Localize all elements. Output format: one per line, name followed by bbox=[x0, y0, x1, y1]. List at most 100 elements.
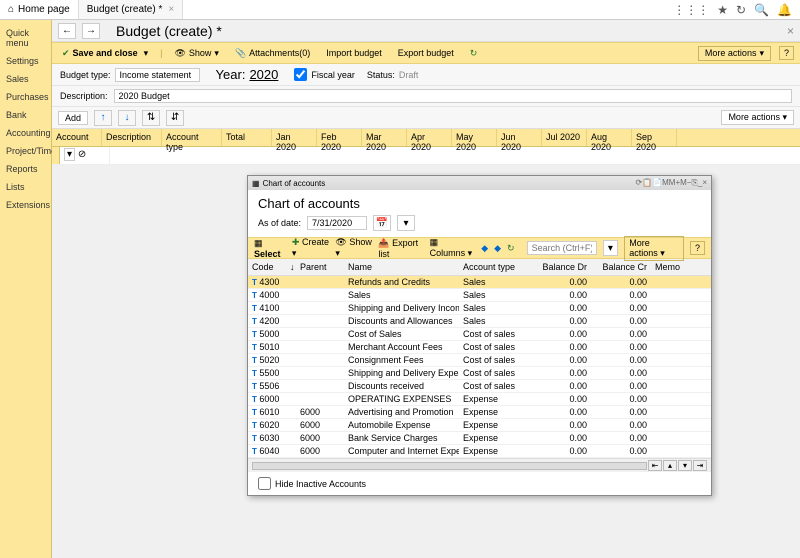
grid-col[interactable]: May 2020 bbox=[452, 129, 497, 146]
grid-more-actions-button[interactable]: More actions ▾ bbox=[721, 110, 794, 125]
account-row[interactable]: T 5020Consignment FeesCost of sales0.000… bbox=[248, 354, 711, 367]
sidebar-item[interactable]: Bank bbox=[0, 106, 51, 124]
back-button[interactable]: ← bbox=[58, 23, 76, 39]
sidebar-item[interactable]: Extensions bbox=[0, 196, 51, 214]
nav-next[interactable]: ▾ bbox=[678, 460, 692, 471]
grid-col[interactable]: Description bbox=[102, 129, 162, 146]
dialog-show-button[interactable]: 👁 Show ▾ bbox=[335, 237, 372, 259]
nav-first-button[interactable]: ◆ bbox=[481, 243, 488, 254]
sidebar-item[interactable]: Settings bbox=[0, 52, 51, 70]
fiscal-year-checkbox[interactable] bbox=[294, 68, 307, 81]
account-row[interactable]: T 5010Merchant Account FeesCost of sales… bbox=[248, 341, 711, 354]
grid-col[interactable]: Mar 2020 bbox=[362, 129, 407, 146]
grid-col[interactable]: Apr 2020 bbox=[407, 129, 452, 146]
window-button[interactable]: 📄 bbox=[652, 178, 662, 187]
budget-type-input[interactable] bbox=[115, 68, 200, 82]
tab-home[interactable]: ⌂ Home page bbox=[0, 0, 79, 19]
grid-col[interactable]: Total bbox=[222, 129, 272, 146]
dialog-more-actions-button[interactable]: More actions ▾ bbox=[624, 236, 684, 261]
attachments-button[interactable]: 📎 Attachments(0) bbox=[231, 47, 314, 60]
account-row[interactable]: T 5500Shipping and Delivery ExpenseCost … bbox=[248, 367, 711, 380]
calendar-icon[interactable]: 📅 bbox=[373, 215, 391, 231]
sort-icon[interactable]: ↓ bbox=[286, 259, 296, 275]
col-balance-cr[interactable]: Balance Cr bbox=[591, 259, 651, 275]
window-button[interactable]: 📋 bbox=[642, 178, 652, 187]
history-icon[interactable]: ↻ bbox=[736, 3, 746, 17]
forward-button[interactable]: → bbox=[82, 23, 100, 39]
bell-icon[interactable]: 🔔 bbox=[777, 3, 792, 17]
account-row[interactable]: T 4100Shipping and Delivery IncomeSales0… bbox=[248, 302, 711, 315]
grid-col[interactable]: Aug 2020 bbox=[587, 129, 632, 146]
refresh-button[interactable]: ↻ bbox=[466, 47, 482, 60]
asof-date-input[interactable] bbox=[307, 216, 367, 230]
account-row[interactable]: T 60406000Computer and Internet Expenses… bbox=[248, 445, 711, 458]
move-up-button[interactable]: ↑ bbox=[94, 110, 112, 126]
grid-col[interactable]: Account bbox=[52, 129, 102, 146]
description-input[interactable] bbox=[114, 89, 792, 103]
grid-col[interactable]: Jan 2020 bbox=[272, 129, 317, 146]
asof-dropdown[interactable]: ▾ bbox=[397, 215, 415, 231]
sidebar-item[interactable]: Accounting bbox=[0, 124, 51, 142]
sidebar-item[interactable]: Reports bbox=[0, 160, 51, 178]
window-button[interactable]: M bbox=[662, 178, 669, 187]
apps-icon[interactable]: ⋮⋮⋮ bbox=[673, 3, 709, 17]
add-row-button[interactable]: Add bbox=[58, 111, 88, 125]
create-button[interactable]: ✚ Create ▾ bbox=[292, 237, 330, 259]
sidebar-item[interactable]: Quick menu bbox=[0, 24, 51, 52]
account-row[interactable]: T 4200Discounts and AllowancesSales0.000… bbox=[248, 315, 711, 328]
nav-prev[interactable]: ▴ bbox=[663, 460, 677, 471]
grid-col[interactable]: Jun 2020 bbox=[497, 129, 542, 146]
star-icon[interactable]: ★ bbox=[717, 3, 728, 17]
search-icon[interactable]: 🔍 bbox=[754, 3, 769, 17]
accounts-grid-body[interactable]: T 4300Refunds and CreditsSales0.000.00T … bbox=[248, 276, 711, 458]
col-type[interactable]: Account type bbox=[459, 259, 531, 275]
search-dropdown[interactable]: ▾ bbox=[603, 240, 619, 256]
close-page-button[interactable]: × bbox=[787, 24, 794, 38]
account-row[interactable]: T 60206000Automobile ExpenseExpense0.000… bbox=[248, 419, 711, 432]
dialog-titlebar[interactable]: ▦ Chart of accounts ⟳📋📄MM+M−⎘_× bbox=[248, 176, 711, 190]
hide-inactive-checkbox[interactable] bbox=[258, 477, 271, 490]
grid-col[interactable]: Feb 2020 bbox=[317, 129, 362, 146]
export-list-button[interactable]: 📤 Export list bbox=[378, 238, 423, 259]
import-budget-button[interactable]: Import budget bbox=[322, 47, 386, 59]
col-balance-dr[interactable]: Balance Dr bbox=[531, 259, 591, 275]
move-down-button[interactable]: ↓ bbox=[118, 110, 136, 126]
nav-first[interactable]: ⇤ bbox=[648, 460, 662, 471]
clear-icon[interactable]: ⊘ bbox=[78, 149, 86, 160]
nav-last-button[interactable]: ◆ bbox=[494, 243, 501, 254]
close-icon[interactable]: × bbox=[168, 4, 174, 15]
account-row[interactable]: T 5000Cost of SalesCost of sales0.000.00 bbox=[248, 328, 711, 341]
search-input[interactable] bbox=[527, 241, 597, 255]
show-button[interactable]: 👁 Show ▾ bbox=[170, 47, 222, 60]
select-button[interactable]: ▦ Select bbox=[254, 238, 286, 259]
account-row[interactable]: T 60106000Advertising and PromotionExpen… bbox=[248, 406, 711, 419]
grid-col[interactable]: Account type bbox=[162, 129, 222, 146]
dialog-help-button[interactable]: ? bbox=[690, 241, 705, 255]
grid-col[interactable]: Jul 2020 bbox=[542, 129, 587, 146]
grid-col[interactable]: Sep 2020 bbox=[632, 129, 677, 146]
sidebar-item[interactable]: Sales bbox=[0, 70, 51, 88]
year-selector[interactable]: 2020 bbox=[249, 67, 278, 82]
sidebar-item[interactable]: Lists bbox=[0, 178, 51, 196]
sidebar-item[interactable]: Project/Time bbox=[0, 142, 51, 160]
account-row[interactable]: T 5506Discounts receivedCost of sales0.0… bbox=[248, 380, 711, 393]
account-row[interactable]: T 4000SalesSales0.000.00 bbox=[248, 289, 711, 302]
col-name[interactable]: Name bbox=[344, 259, 459, 275]
col-memo[interactable]: Memo bbox=[651, 259, 711, 275]
sort-asc-button[interactable]: ⇅ bbox=[142, 110, 160, 126]
tab-budget[interactable]: Budget (create) * × bbox=[79, 0, 183, 19]
col-parent[interactable]: Parent bbox=[296, 259, 344, 275]
account-row[interactable]: T 4300Refunds and CreditsSales0.000.00 bbox=[248, 276, 711, 289]
window-button[interactable]: M− bbox=[680, 178, 691, 187]
horizontal-scrollbar[interactable] bbox=[252, 462, 647, 470]
save-and-close-button[interactable]: ✔Save and close▾ bbox=[58, 47, 152, 60]
dialog-refresh-button[interactable]: ↻ bbox=[507, 243, 515, 254]
sort-desc-button[interactable]: ⇵ bbox=[166, 110, 184, 126]
columns-button[interactable]: ▦ Columns ▾ bbox=[430, 237, 476, 259]
account-row[interactable]: T 6000OPERATING EXPENSESExpense0.000.00 bbox=[248, 393, 711, 406]
nav-last[interactable]: ⇥ bbox=[693, 460, 707, 471]
account-row[interactable]: T 60306000Bank Service ChargesExpense0.0… bbox=[248, 432, 711, 445]
window-button[interactable]: M+ bbox=[669, 178, 680, 187]
window-button[interactable]: × bbox=[702, 178, 707, 187]
col-code[interactable]: Code bbox=[248, 259, 286, 275]
